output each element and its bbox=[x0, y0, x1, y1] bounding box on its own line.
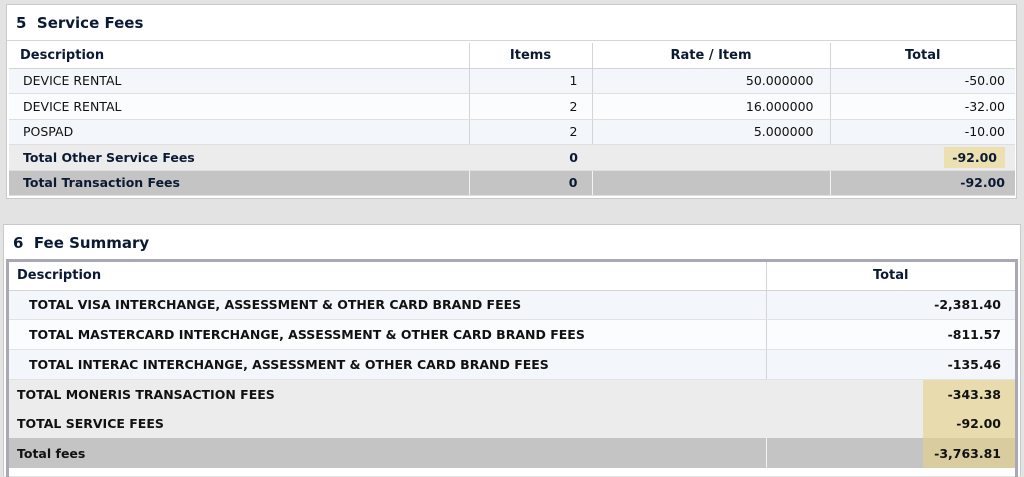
section-title: Service Fees bbox=[36, 14, 144, 32]
row-items: 1 bbox=[469, 68, 593, 94]
col-total: Total bbox=[830, 43, 1015, 69]
subtotal-rate-empty bbox=[592, 144, 830, 171]
row-items: 2 bbox=[469, 93, 593, 120]
row-description: TOTAL SERVICE FEES bbox=[9, 408, 766, 439]
section-number: 5 bbox=[16, 14, 27, 32]
total-fees-cell: -3,763.81 bbox=[766, 438, 1015, 469]
table-row: DEVICE RENTAL 2 16.000000 -32.00 bbox=[9, 93, 1015, 120]
row-description: DEVICE RENTAL bbox=[9, 68, 470, 94]
subtotal-row: Total Other Service Fees 0 -92.00 bbox=[9, 144, 1015, 171]
row-rate: 5.000000 bbox=[592, 119, 831, 145]
grand-total-rate-empty bbox=[592, 170, 831, 196]
table-row: TOTAL INTERAC INTERCHANGE, ASSESSMENT & … bbox=[9, 349, 1015, 380]
total-fees-label: Total fees bbox=[9, 438, 767, 469]
service-fees-table: Description Items Rate / Item Total DEVI… bbox=[9, 43, 1015, 196]
table-row: DEVICE RENTAL 1 50.000000 -50.00 bbox=[9, 68, 1015, 94]
service-fees-panel: 5 Service Fees Description Items Rate / … bbox=[6, 4, 1017, 199]
row-description: TOTAL MASTERCARD INTERCHANGE, ASSESSMENT… bbox=[9, 319, 767, 350]
row-total: -2,381.40 bbox=[766, 290, 1015, 321]
row-description: DEVICE RENTAL bbox=[9, 93, 470, 120]
row-total: -92.00 bbox=[956, 416, 1001, 432]
row-items: 2 bbox=[469, 119, 593, 145]
col-description: Description bbox=[9, 43, 470, 69]
table-header: Description Total bbox=[9, 262, 1015, 291]
table-header: Description Items Rate / Item Total bbox=[9, 43, 1015, 69]
subtotal-total-cell: -92.00 bbox=[830, 144, 1015, 171]
fee-summary-frame: Description Total TOTAL VISA INTERCHANGE… bbox=[6, 259, 1018, 477]
subtotal-total: -92.00 bbox=[944, 146, 1005, 168]
fee-summary-panel: 6 Fee Summary Description Total TOTAL VI… bbox=[3, 224, 1021, 477]
row-description: TOTAL INTERAC INTERCHANGE, ASSESSMENT & … bbox=[9, 349, 767, 380]
row-total: -135.46 bbox=[766, 349, 1015, 380]
subtotal-label: Total Other Service Fees bbox=[9, 144, 469, 171]
row-rate: 50.000000 bbox=[592, 68, 831, 94]
subtotal-items: 0 bbox=[469, 144, 592, 171]
table-row: TOTAL MONERIS TRANSACTION FEES -343.38 bbox=[9, 379, 1015, 409]
row-total: -343.38 bbox=[947, 386, 1001, 402]
table-row: TOTAL SERVICE FEES -92.00 bbox=[9, 408, 1015, 439]
grand-total-value: -92.00 bbox=[830, 170, 1015, 196]
row-rate: 16.000000 bbox=[592, 93, 831, 120]
col-description: Description bbox=[9, 262, 767, 291]
total-fees-value: -3,763.81 bbox=[934, 445, 1001, 461]
row-total: -10.00 bbox=[830, 119, 1015, 145]
col-rate: Rate / Item bbox=[592, 43, 831, 69]
row-description: TOTAL VISA INTERCHANGE, ASSESSMENT & OTH… bbox=[9, 290, 767, 321]
section-number: 6 bbox=[13, 234, 24, 252]
row-total-cell: -343.38 bbox=[766, 379, 1015, 409]
table-row: TOTAL MASTERCARD INTERCHANGE, ASSESSMENT… bbox=[9, 319, 1015, 350]
grand-total-row: Total Transaction Fees 0 -92.00 bbox=[9, 170, 1015, 196]
row-total: -32.00 bbox=[830, 93, 1015, 120]
total-fees-row: Total fees -3,763.81 bbox=[9, 438, 1015, 469]
row-description: TOTAL MONERIS TRANSACTION FEES bbox=[9, 379, 766, 409]
row-description: POSPAD bbox=[9, 119, 470, 145]
row-total: -50.00 bbox=[830, 68, 1015, 94]
fee-summary-table: Description Total TOTAL VISA INTERCHANGE… bbox=[9, 262, 1015, 469]
table-row: TOTAL VISA INTERCHANGE, ASSESSMENT & OTH… bbox=[9, 290, 1015, 321]
row-total: -811.57 bbox=[766, 319, 1015, 350]
section-title: Fee Summary bbox=[33, 234, 150, 252]
fee-summary-title: 6 Fee Summary bbox=[4, 225, 1020, 258]
table-row: POSPAD 2 5.000000 -10.00 bbox=[9, 119, 1015, 145]
grand-total-items: 0 bbox=[469, 170, 593, 196]
col-total: Total bbox=[766, 262, 1015, 291]
grand-total-label: Total Transaction Fees bbox=[9, 170, 470, 196]
col-items: Items bbox=[469, 43, 593, 69]
row-total-cell: -92.00 bbox=[766, 408, 1015, 439]
service-fees-title: 5 Service Fees bbox=[7, 5, 1016, 41]
